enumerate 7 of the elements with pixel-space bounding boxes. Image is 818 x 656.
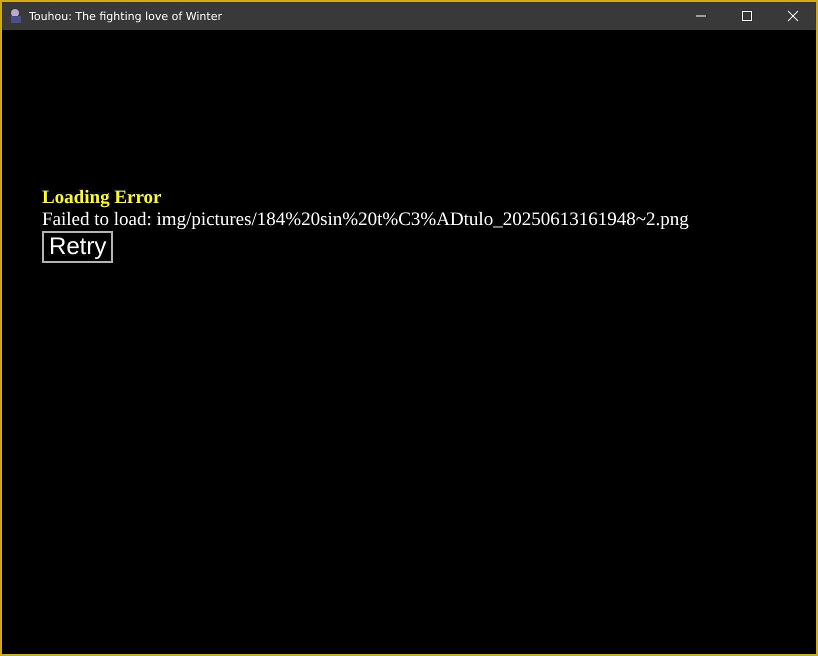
error-message: Failed to load: img/pictures/184%20sin%20t%C3%ADtulo_20250613161948~2.png [42,208,689,231]
retry-button[interactable]: Retry [42,231,114,263]
window-title: Touhou: The fighting love of Winter [29,10,224,22]
error-title: Loading Error [42,188,162,208]
app-icon [8,8,24,24]
maximize-icon [742,11,752,21]
close-icon [787,10,799,22]
